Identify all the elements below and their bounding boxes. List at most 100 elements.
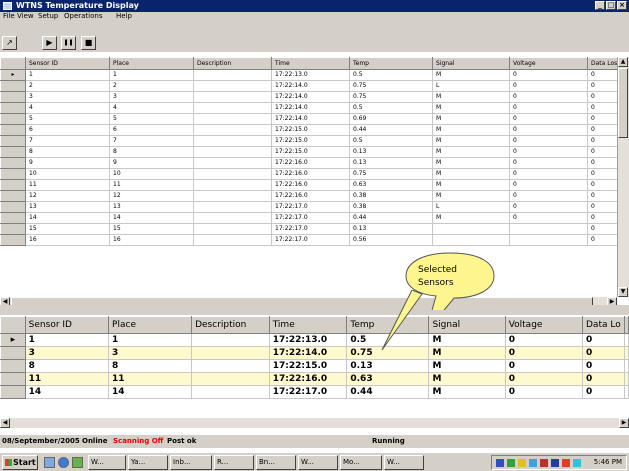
lower-table-row[interactable]: 14 14 17:22:17.0 0.44 M 0 0 bbox=[0, 385, 629, 399]
upper-table-row[interactable]: 12 12 17:22:16.0 0.38 M 0 0 bbox=[0, 190, 623, 202]
menu-file[interactable]: File bbox=[3, 12, 15, 20]
table-cell[interactable]: 6 bbox=[109, 124, 194, 136]
upper-column-header[interactable]: Place bbox=[109, 57, 194, 70]
table-cell[interactable]: 17:22:14.0 bbox=[268, 346, 348, 360]
scroll-down-arrow[interactable]: ▼ bbox=[618, 287, 628, 297]
upper-column-header[interactable]: Description bbox=[193, 57, 272, 70]
table-cell[interactable]: 17:22:15.0 bbox=[271, 146, 350, 158]
row-indicator[interactable] bbox=[0, 372, 26, 386]
table-cell[interactable]: 17:22:16.0 bbox=[271, 179, 350, 191]
taskbar-window-button[interactable]: Mo... bbox=[340, 455, 382, 470]
menu-operations[interactable]: Operations bbox=[64, 12, 102, 20]
table-cell[interactable] bbox=[193, 234, 272, 246]
table-cell[interactable]: 11 bbox=[25, 179, 110, 191]
lower-column-header[interactable]: Data Lo bbox=[582, 316, 625, 334]
table-cell[interactable] bbox=[193, 69, 272, 81]
lower-corner-cell[interactable] bbox=[0, 316, 26, 334]
table-cell[interactable]: 0 bbox=[586, 146, 619, 158]
table-cell[interactable]: 0.75 bbox=[349, 168, 433, 180]
row-indicator[interactable]: ▸ bbox=[0, 69, 26, 81]
table-cell[interactable] bbox=[193, 168, 272, 180]
table-cell[interactable]: 9 bbox=[109, 157, 194, 169]
table-cell[interactable]: M bbox=[432, 124, 510, 136]
table-cell[interactable]: L bbox=[432, 80, 510, 92]
table-cell[interactable] bbox=[193, 113, 272, 125]
table-cell[interactable]: 17:22:17.0 bbox=[268, 385, 348, 399]
table-cell[interactable]: 0.5 bbox=[349, 135, 433, 147]
table-cell[interactable]: 0.13 bbox=[349, 223, 433, 235]
table-cell[interactable]: 0 bbox=[509, 146, 588, 158]
table-cell[interactable]: 0 bbox=[586, 223, 619, 235]
table-cell[interactable]: 0 bbox=[504, 359, 584, 373]
table-cell[interactable]: 0 bbox=[582, 333, 625, 347]
table-cell[interactable]: 0 bbox=[509, 69, 588, 81]
table-cell[interactable]: 8 bbox=[109, 146, 194, 158]
table-cell[interactable]: M bbox=[428, 385, 506, 399]
table-cell[interactable]: 0.75 bbox=[349, 80, 433, 92]
table-cell[interactable]: 1 bbox=[25, 69, 110, 81]
table-cell[interactable]: 0 bbox=[509, 201, 588, 213]
tray-icon[interactable] bbox=[529, 459, 537, 467]
upper-column-header[interactable]: Temp bbox=[349, 57, 433, 70]
table-cell[interactable]: 0 bbox=[509, 124, 588, 136]
tray-icon[interactable] bbox=[507, 459, 515, 467]
table-cell[interactable]: 9 bbox=[25, 157, 110, 169]
table-cell[interactable]: 0.44 bbox=[346, 385, 430, 399]
table-cell[interactable] bbox=[193, 157, 272, 169]
table-cell[interactable]: 17:22:14.0 bbox=[271, 80, 350, 92]
tray-icon[interactable] bbox=[496, 459, 504, 467]
row-indicator[interactable] bbox=[0, 385, 26, 399]
table-cell[interactable]: M bbox=[432, 146, 510, 158]
upper-column-header[interactable]: Time bbox=[271, 57, 350, 70]
table-cell[interactable]: M bbox=[432, 212, 510, 224]
splitter[interactable] bbox=[0, 305, 629, 315]
table-cell[interactable]: 11 bbox=[24, 372, 110, 386]
row-indicator[interactable] bbox=[0, 168, 26, 180]
upper-table-row[interactable]: 4 4 17:22:14.0 0.5 M 0 0 bbox=[0, 102, 623, 114]
taskbar-window-button[interactable]: W... bbox=[384, 455, 424, 470]
table-cell[interactable] bbox=[193, 190, 272, 202]
table-cell[interactable]: M bbox=[432, 157, 510, 169]
table-cell[interactable]: 17:22:14.0 bbox=[271, 91, 350, 103]
row-indicator[interactable] bbox=[0, 146, 26, 158]
lower-table-row[interactable]: 3 3 17:22:14.0 0.75 M 0 0 bbox=[0, 346, 629, 360]
scroll-up-arrow[interactable]: ▲ bbox=[618, 57, 628, 67]
tray-icon[interactable] bbox=[551, 459, 559, 467]
table-cell[interactable]: 0 bbox=[586, 168, 619, 180]
table-cell[interactable]: 0 bbox=[586, 179, 619, 191]
taskbar-window-button[interactable]: Inb... bbox=[170, 455, 212, 470]
table-cell[interactable]: 4 bbox=[109, 102, 194, 114]
table-cell[interactable]: 0 bbox=[504, 333, 584, 347]
table-cell[interactable]: 10 bbox=[25, 168, 110, 180]
table-cell[interactable]: 7 bbox=[25, 135, 110, 147]
table-cell[interactable] bbox=[191, 359, 270, 373]
table-cell[interactable]: 0.44 bbox=[349, 124, 433, 136]
row-indicator[interactable] bbox=[0, 190, 26, 202]
table-cell[interactable]: 0 bbox=[586, 124, 619, 136]
scroll-right-arrow[interactable]: ▶ bbox=[619, 418, 629, 428]
table-cell[interactable]: 5 bbox=[109, 113, 194, 125]
table-cell[interactable]: 17:22:13.0 bbox=[268, 333, 348, 347]
table-cell[interactable]: 0.5 bbox=[349, 69, 433, 81]
table-cell[interactable]: 0.75 bbox=[349, 91, 433, 103]
table-cell[interactable]: 0 bbox=[509, 102, 588, 114]
close-button[interactable]: × bbox=[617, 1, 627, 10]
taskbar-window-button[interactable]: Ya... bbox=[128, 455, 168, 470]
table-cell[interactable]: 0 bbox=[509, 80, 588, 92]
row-indicator[interactable] bbox=[0, 201, 26, 213]
table-cell[interactable]: 17:22:17.0 bbox=[271, 234, 350, 246]
table-cell[interactable]: 12 bbox=[109, 190, 194, 202]
table-cell[interactable]: 0 bbox=[504, 346, 584, 360]
table-cell[interactable] bbox=[193, 124, 272, 136]
minimize-button[interactable]: _ bbox=[595, 1, 605, 10]
table-cell[interactable]: 14 bbox=[25, 212, 110, 224]
table-cell[interactable]: 0 bbox=[586, 91, 619, 103]
browser-icon[interactable] bbox=[58, 457, 69, 468]
lower-column-header[interactable]: Sensor ID bbox=[24, 316, 110, 334]
table-cell[interactable]: 0 bbox=[504, 372, 584, 386]
table-cell[interactable]: 17:22:17.0 bbox=[271, 212, 350, 224]
upper-table-row[interactable]: 2 2 17:22:14.0 0.75 L 0 0 bbox=[0, 80, 623, 92]
table-cell[interactable]: 13 bbox=[25, 201, 110, 213]
menu-help[interactable]: Help bbox=[116, 12, 132, 20]
lower-horizontal-scrollbar[interactable]: ◀ ▶ bbox=[0, 418, 629, 428]
